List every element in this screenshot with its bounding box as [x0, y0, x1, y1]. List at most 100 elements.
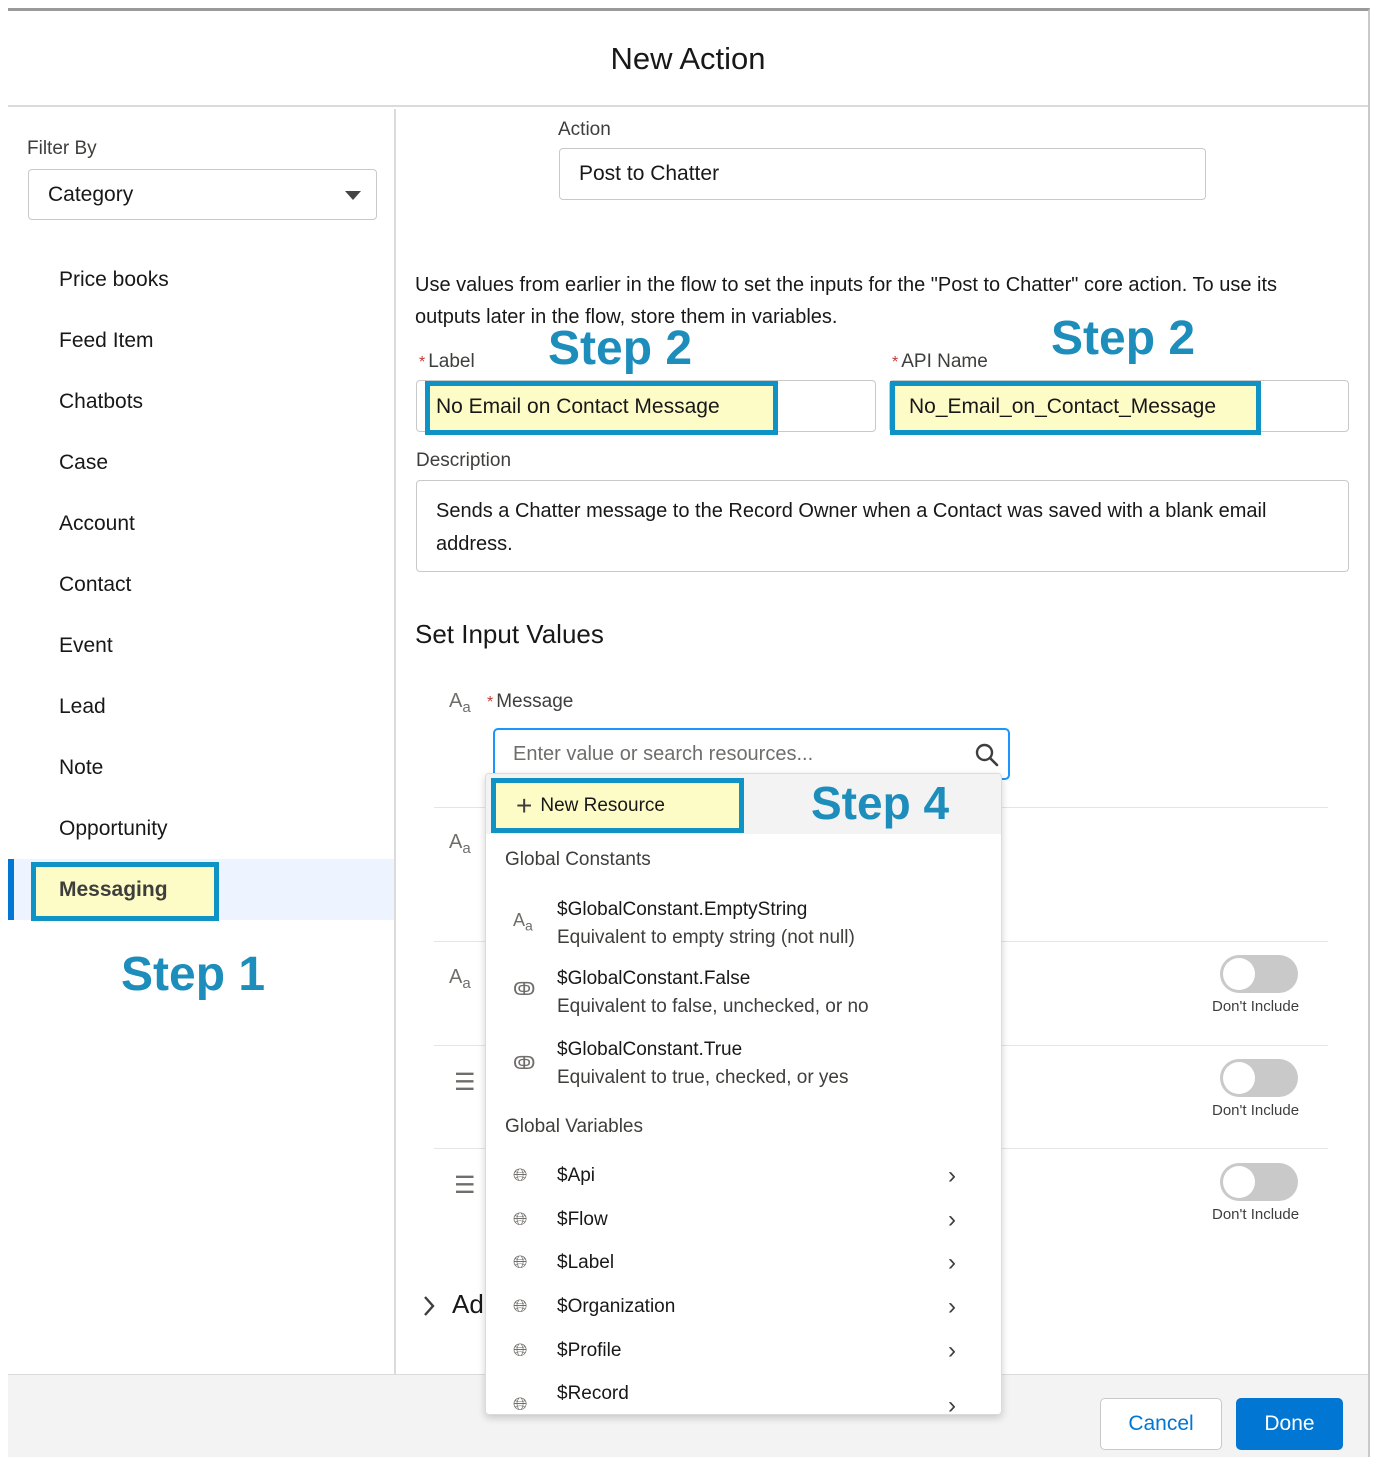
sidebar-item-label: Lead: [59, 695, 106, 718]
sidebar-item-messaging[interactable]: Messaging: [8, 859, 394, 921]
option-title: $Flow: [557, 1209, 608, 1230]
sidebar-item-label: Feed Item: [59, 329, 154, 352]
action-label: Action: [558, 119, 611, 140]
message-label-text: Message: [496, 691, 574, 712]
sidebar-item-feed-item[interactable]: Feed Item: [8, 310, 394, 371]
global-constants-header: Global Constants: [505, 849, 651, 870]
chevron-right-icon: ›: [948, 1249, 956, 1276]
sidebar-item-event[interactable]: Event: [8, 615, 394, 676]
sidebar-item-label: Account: [59, 512, 135, 535]
dont-include-toggle[interactable]: [1220, 955, 1298, 993]
api-label-text: API Name: [901, 351, 988, 372]
cancel-button[interactable]: Cancel: [1100, 1398, 1222, 1450]
sidebar-item-note[interactable]: Note: [8, 737, 394, 798]
sidebar-item-label: Chatbots: [59, 390, 144, 413]
option-subtitle: Equivalent to false, unchecked, or no: [557, 996, 869, 1017]
sidebar-item-contact[interactable]: Contact: [8, 554, 394, 615]
set-input-values-heading: Set Input Values: [415, 619, 604, 649]
action-value: Post to Chatter: [579, 162, 720, 185]
toggle-label: Don't Include: [1212, 998, 1300, 1015]
resource-dropdown: + New Resource Step 4 Global Constants Aa…: [485, 773, 1002, 1415]
message-placeholder: Enter value or search resources...: [513, 743, 814, 765]
step2-label-annotation: Step 2: [548, 322, 693, 375]
search-icon[interactable]: [974, 742, 1000, 768]
dropdown-header-row: + New Resource Step 4: [486, 774, 1001, 834]
step2-api-annotation: Step 2: [1051, 312, 1196, 365]
dont-include-toggle[interactable]: [1220, 1163, 1298, 1201]
option-title: $GlobalConstant.True: [557, 1039, 743, 1060]
chevron-right-icon: [424, 1296, 435, 1316]
chevron-right-icon: ›: [948, 1162, 956, 1189]
option-title: $Profile: [557, 1340, 622, 1361]
toggle-knob: [1223, 1062, 1255, 1094]
label-label-text: Label: [428, 351, 475, 372]
plus-icon: +: [516, 790, 533, 822]
description-textarea[interactable]: Sends a Chatter message to the Record Ow…: [416, 480, 1349, 572]
text-type-icon: Aa: [449, 966, 471, 992]
chevron-right-icon: ›: [948, 1392, 956, 1415]
filter-select[interactable]: Category: [28, 169, 377, 220]
sidebar-item-opportunity[interactable]: Opportunity: [8, 798, 394, 859]
label-input[interactable]: No Email on Contact Message: [425, 381, 778, 435]
toggle-knob: [1223, 958, 1255, 990]
action-field[interactable]: Post to Chatter: [559, 148, 1206, 200]
description-label: Description: [416, 450, 512, 471]
sidebar-item-case[interactable]: Case: [8, 432, 394, 493]
required-marker: *: [892, 354, 899, 371]
global-variables-header: Global Variables: [505, 1116, 644, 1137]
globe-icon: 🌐︎: [513, 1209, 528, 1229]
list-icon: ☰: [454, 1069, 476, 1096]
option-subtitle: Equivalent to true, checked, or yes: [557, 1067, 849, 1088]
sidebar-item-lead[interactable]: Lead: [8, 676, 394, 737]
chevron-right-icon: ›: [948, 1293, 956, 1320]
chevron-down-icon: [345, 191, 361, 200]
option-title: $Label: [557, 1252, 615, 1273]
sidebar-item-chatbots[interactable]: Chatbots: [8, 371, 394, 432]
done-button[interactable]: Done: [1236, 1398, 1343, 1450]
sidebar: Filter By Category Price books Feed Item…: [8, 109, 396, 1374]
dont-include-toggle[interactable]: [1220, 1059, 1298, 1097]
globe-icon: 🌐︎: [513, 1394, 528, 1414]
toggle-knob: [1223, 1166, 1255, 1198]
advanced-label: Ad: [452, 1289, 484, 1319]
chevron-right-icon: ›: [948, 1206, 956, 1233]
sidebar-item-account[interactable]: Account: [8, 493, 394, 554]
globe-icon: 🌐︎: [513, 1252, 528, 1272]
advanced-section-toggle[interactable]: Ad: [422, 1289, 484, 1320]
required-marker: *: [487, 694, 494, 711]
globe-icon: 🌐︎: [513, 1296, 528, 1316]
sidebar-item-label: Case: [59, 451, 109, 474]
api-name-input[interactable]: No_Email_on_Contact_Message: [890, 381, 1261, 435]
globe-icon: 🌐︎: [513, 1165, 528, 1185]
sidebar-item-label: Note: [59, 756, 104, 779]
filter-select-value: Category: [48, 183, 134, 206]
toggle-label: Don't Include: [1212, 1206, 1300, 1223]
step4-annotation: Step 4: [811, 777, 950, 829]
description-value: Sends a Chatter message to the Record Ow…: [436, 500, 1267, 555]
option-title: $GlobalConstant.EmptyString: [557, 899, 808, 920]
toggle-label: Don't Include: [1212, 1102, 1300, 1119]
option-title: $Record: [557, 1383, 629, 1404]
text-icon: Aa: [513, 910, 533, 934]
required-marker: *: [419, 354, 426, 371]
category-list: Price books Feed Item Chatbots Case Acco…: [8, 249, 394, 921]
sidebar-item-label: Price books: [59, 268, 169, 291]
new-resource-label: New Resource: [540, 795, 665, 816]
modal-title: New Action: [8, 11, 1368, 107]
new-resource-button[interactable]: + New Resource: [491, 778, 744, 833]
label-field-label: * Label: [419, 351, 475, 373]
option-subtitle: Equivalent to empty string (not null): [557, 927, 855, 948]
text-type-icon: Aa: [449, 831, 471, 857]
sidebar-item-price-books[interactable]: Price books: [8, 249, 394, 310]
chevron-right-icon: ›: [948, 1337, 956, 1364]
option-title: $Api: [557, 1165, 596, 1186]
sidebar-item-label: Opportunity: [59, 817, 168, 840]
option-title: $GlobalConstant.False: [557, 968, 751, 989]
text-type-icon: Aa: [449, 690, 471, 716]
boolean-icon: ↂ: [513, 979, 536, 999]
api-name-field-label: * API Name: [892, 351, 988, 373]
list-icon: ☰: [454, 1172, 476, 1199]
globe-icon: 🌐︎: [513, 1340, 528, 1360]
step1-annotation: Step 1: [121, 948, 266, 1001]
sidebar-item-label: Event: [59, 634, 113, 657]
